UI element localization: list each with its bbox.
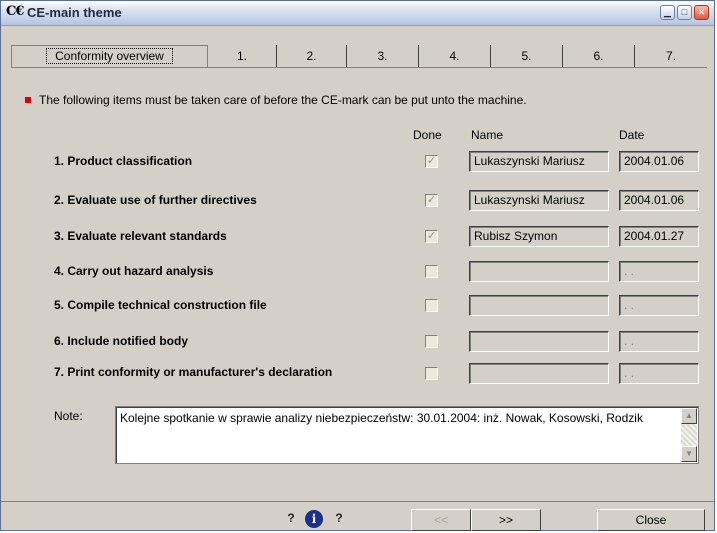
- close-icon: ✕: [697, 7, 706, 17]
- close-button[interactable]: Close: [597, 509, 705, 531]
- note-text[interactable]: Kolejne spotkanie w sprawie analizy nieb…: [120, 411, 674, 426]
- help-icon: ?: [335, 511, 343, 525]
- help-button[interactable]: ?: [281, 510, 301, 529]
- name-field-5[interactable]: [469, 295, 609, 316]
- name-field-4[interactable]: [469, 261, 609, 282]
- column-header-name: Name: [471, 128, 504, 142]
- item-label-2: 2. Evaluate use of further directives: [54, 193, 257, 207]
- ce-mark-icon: C€: [6, 4, 24, 19]
- done-checkbox-1[interactable]: ✓: [425, 155, 438, 168]
- maximize-button[interactable]: □: [677, 5, 692, 20]
- tab-strip: Conformity overview 1. 2. 3. 4. 5. 6. 7.: [11, 45, 707, 68]
- scroll-up-button[interactable]: ▲: [681, 408, 697, 424]
- note-textarea[interactable]: Kolejne spotkanie w sprawie analizy nieb…: [115, 406, 699, 464]
- footer-divider: [1, 501, 714, 502]
- check-icon: ✓: [426, 230, 437, 242]
- scroll-down-button[interactable]: ▼: [681, 446, 697, 462]
- maximize-icon: □: [681, 7, 688, 17]
- note-label: Note:: [54, 409, 83, 423]
- arrow-up-icon: ▲: [685, 411, 693, 420]
- tab-1[interactable]: 1.: [208, 45, 277, 67]
- name-field-3[interactable]: Rubisz Szymon: [469, 226, 609, 247]
- tab-conformity-overview[interactable]: Conformity overview: [11, 45, 208, 67]
- done-checkbox-3[interactable]: ✓: [425, 230, 438, 243]
- item-label-6: 6. Include notified body: [54, 334, 189, 348]
- name-field-1[interactable]: Lukaszynski Mariusz: [469, 151, 609, 172]
- item-label-7: 7. Print conformity or manufacturer's de…: [54, 365, 333, 379]
- check-icon: ✓: [426, 155, 437, 167]
- tab-3[interactable]: 3.: [347, 45, 419, 67]
- item-label-4: 4. Carry out hazard analysis: [54, 264, 214, 278]
- tab-5[interactable]: 5.: [491, 45, 563, 67]
- arrow-down-icon: ▼: [685, 449, 693, 458]
- column-header-date: Date: [619, 128, 645, 142]
- info-button[interactable]: i: [305, 510, 323, 528]
- bullet-icon: [25, 97, 31, 103]
- done-checkbox-7[interactable]: [425, 367, 438, 380]
- close-window-button[interactable]: ✕: [694, 5, 709, 20]
- next-button[interactable]: >>: [471, 509, 541, 531]
- ce-main-window: C€ CE-main theme ▁ □ ✕ Conformity overvi…: [0, 0, 715, 531]
- column-header-done: Done: [413, 128, 442, 142]
- minimize-button[interactable]: ▁: [660, 5, 675, 20]
- item-label-3: 3. Evaluate relevant standards: [54, 229, 227, 243]
- date-field-2[interactable]: 2004.01.06: [619, 190, 699, 211]
- date-field-1[interactable]: 2004.01.06: [619, 151, 699, 172]
- date-field-6[interactable]: . .: [619, 331, 699, 352]
- done-checkbox-2[interactable]: ✓: [425, 194, 438, 207]
- help-icon: ?: [287, 511, 295, 525]
- tab-6[interactable]: 6.: [563, 45, 635, 67]
- item-label-1: 1. Product classification: [54, 154, 193, 168]
- name-field-2[interactable]: Lukaszynski Mariusz: [469, 190, 609, 211]
- tab-7[interactable]: 7.: [635, 45, 707, 67]
- done-checkbox-4[interactable]: [425, 265, 438, 278]
- tab-4[interactable]: 4.: [419, 45, 491, 67]
- date-field-5[interactable]: . .: [619, 295, 699, 316]
- previous-button[interactable]: <<: [411, 509, 471, 531]
- item-label-5: 5. Compile technical construction file: [54, 298, 267, 312]
- date-field-7[interactable]: . .: [619, 363, 699, 384]
- check-icon: ✓: [426, 194, 437, 206]
- date-field-4[interactable]: . .: [619, 261, 699, 282]
- date-field-3[interactable]: 2004.01.27: [619, 226, 699, 247]
- title-bar[interactable]: C€ CE-main theme ▁ □ ✕: [1, 1, 714, 26]
- intro-text: The following items must be taken care o…: [39, 93, 527, 107]
- done-checkbox-5[interactable]: [425, 299, 438, 312]
- note-scrollbar[interactable]: ▲ ▼: [681, 408, 697, 462]
- minimize-icon: ▁: [664, 7, 671, 17]
- name-field-7[interactable]: [469, 363, 609, 384]
- help-next-button[interactable]: ?: [329, 510, 349, 529]
- window-title: CE-main theme: [27, 5, 122, 20]
- name-field-6[interactable]: [469, 331, 609, 352]
- done-checkbox-6[interactable]: [425, 335, 438, 348]
- info-icon: i: [311, 512, 317, 526]
- tab-2[interactable]: 2.: [277, 45, 347, 67]
